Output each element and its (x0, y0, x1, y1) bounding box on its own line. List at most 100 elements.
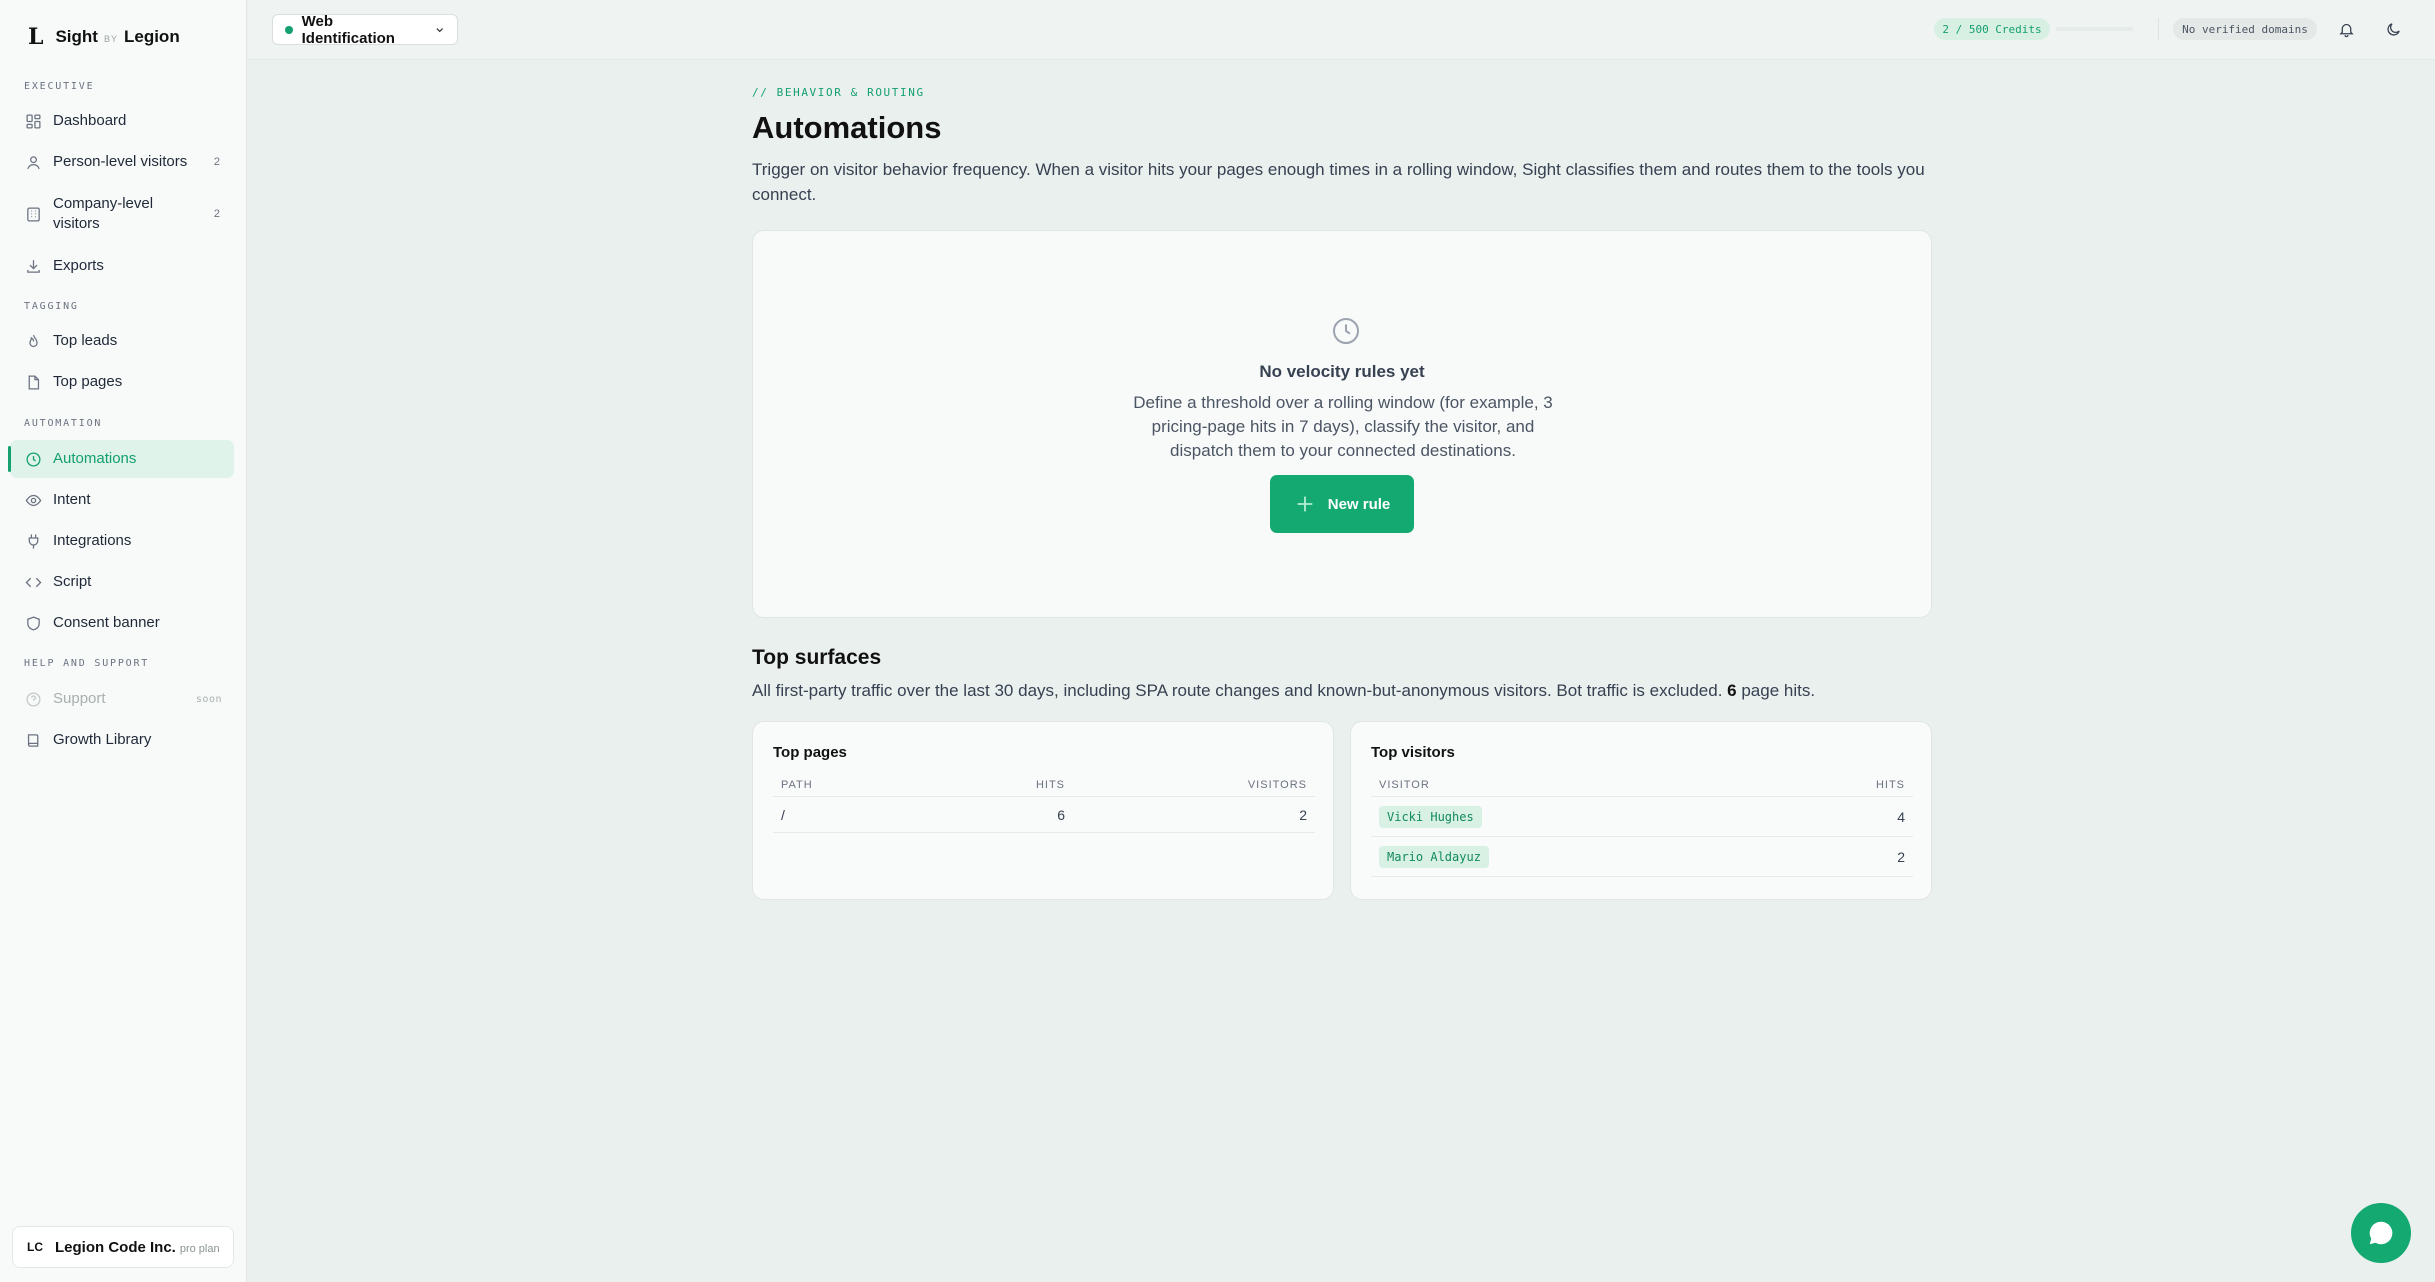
help-circle-icon (24, 690, 42, 708)
table-row[interactable]: Mario Aldayuz 2 (1371, 837, 1913, 877)
grid-icon (24, 112, 42, 130)
sidebar-item-script[interactable]: Script (10, 563, 234, 601)
visitor-chip[interactable]: Vicki Hughes (1379, 805, 1482, 828)
topbar: Web Identification 2 / 500 Credits No ve… (248, 0, 2435, 60)
sidebar-item-top-leads[interactable]: Top leads (10, 322, 234, 360)
visitor-hits: 2 (1897, 848, 1905, 865)
visitor-chip[interactable]: Mario Aldayuz (1379, 845, 1489, 868)
clock-icon (24, 450, 42, 468)
empty-state-card: No velocity rules yet Define a threshold… (752, 230, 1932, 618)
empty-state-description: Define a threshold over a rolling window… (1133, 393, 1553, 460)
chat-bubble-icon (2369, 1221, 2393, 1245)
sidebar-item-exports[interactable]: Exports (10, 247, 234, 285)
account-plan: pro plan (179, 1242, 220, 1255)
sidebar-item-label: Intent (53, 491, 91, 508)
visitor-hits: 4 (1897, 808, 1905, 825)
account-switcher[interactable]: LC Legion Code Inc. pro plan (12, 1226, 234, 1268)
sidebar-item-person-level-visitors[interactable]: Person-level visitors 2 (10, 143, 234, 181)
bell-icon[interactable] (2335, 18, 2357, 40)
sidebar-item-automations[interactable]: Automations (8, 440, 234, 478)
top-pages-table: PATH HITS VISITORS / 6 2 (773, 773, 1315, 833)
sidebar: L Sight BY Legion EXECUTIVE Dashboard Pe… (0, 0, 247, 1282)
sidebar-item-label: Growth Library (53, 731, 152, 748)
page-description: Trigger on visitor behavior frequency. W… (752, 160, 1925, 204)
page-visitors: 2 (1299, 806, 1307, 823)
page-path: / (781, 806, 785, 823)
credits-progress (2056, 27, 2133, 31)
code-icon (24, 573, 42, 591)
account-avatar: LC (27, 1240, 43, 1254)
sidebar-item-label: Top leads (53, 332, 118, 349)
sidebar-item-label: Dashboard (53, 112, 127, 129)
building-icon (24, 205, 42, 223)
sidebar-item-label: Automations (53, 450, 137, 467)
clock-icon (1333, 318, 1359, 344)
section-label-help-and-support: HELP AND SUPPORT (24, 658, 150, 669)
card-title: Top pages (773, 744, 847, 761)
workspace-select[interactable]: Web Identification (272, 12, 458, 47)
section-label-tagging: TAGGING (24, 301, 79, 312)
brand-by: BY (103, 34, 118, 44)
sidebar-item-growth-library[interactable]: Growth Library (10, 721, 234, 759)
table-row[interactable]: Vicki Hughes 4 (1371, 797, 1913, 837)
sidebar-item-top-pages[interactable]: Top pages (10, 363, 234, 401)
sidebar-item-consent-banner[interactable]: Consent banner (10, 604, 234, 642)
chevron-down-icon (436, 27, 443, 32)
chat-button[interactable] (2351, 1203, 2411, 1263)
sidebar-item-company-level-visitors[interactable]: Company-level visitors 2 (10, 189, 234, 239)
moon-icon[interactable] (2382, 18, 2404, 40)
domains-badge[interactable]: No verified domains (2173, 18, 2317, 40)
brand-logo: L (28, 24, 44, 50)
sidebar-item-count: 2 (213, 208, 220, 220)
page-title: Automations (752, 110, 942, 145)
top-visitors-table: VISITOR HITS Vicki Hughes 4 Mario Aldayu… (1371, 773, 1913, 877)
brand-name: Sight BY Legion (55, 27, 179, 47)
workspace-name: Web Identification (301, 12, 395, 47)
sidebar-item-label: Integrations (53, 532, 132, 549)
sidebar-item-support: Support soon (10, 680, 234, 718)
book-icon (24, 731, 42, 749)
credits-badge: 2 / 500 Credits (1934, 18, 2050, 40)
sidebar-item-label: Exports (53, 257, 104, 274)
page-hits: 6 (1057, 806, 1065, 823)
account-name-text: Legion Code Inc. (55, 1238, 176, 1256)
sidebar-item-integrations[interactable]: Integrations (10, 522, 234, 560)
column-header: HITS (1875, 778, 1905, 791)
total-hits: 6 (1727, 681, 1737, 700)
plug-icon (24, 532, 42, 550)
empty-state-title: No velocity rules yet (1259, 362, 1425, 381)
divider (2158, 18, 2159, 40)
brand-name-right: Legion (123, 27, 180, 46)
status-dot (285, 25, 293, 34)
account-name: Legion Code Inc. pro plan (55, 1239, 220, 1256)
column-header: HITS (1035, 778, 1065, 791)
brand[interactable]: L Sight BY Legion (28, 22, 180, 52)
user-icon (24, 153, 42, 171)
sidebar-item-intent[interactable]: Intent (10, 481, 234, 519)
sidebar-item-label: Company-level visitors (53, 195, 154, 232)
card-title: Top visitors (1371, 744, 1455, 761)
new-rule-label: New rule (1327, 495, 1391, 513)
sidebar-item-label: Person-level visitors (53, 153, 188, 170)
sidebar-item-label: Consent banner (53, 614, 160, 631)
column-header: VISITORS (1247, 778, 1307, 791)
section-description-suffix: page hits. (1736, 681, 1816, 700)
page-eyebrow: // BEHAVIOR & ROUTING (752, 86, 925, 99)
column-header: PATH (781, 778, 813, 791)
shield-icon (24, 614, 42, 632)
section-label-automation: AUTOMATION (24, 418, 103, 429)
table-header: PATH HITS VISITORS (773, 773, 1315, 797)
sidebar-item-label: Script (53, 573, 92, 590)
soon-badge: soon (195, 693, 222, 705)
sidebar-item-dashboard[interactable]: Dashboard (10, 102, 234, 140)
section-label-executive: EXECUTIVE (24, 81, 95, 92)
plus-icon (1297, 496, 1313, 512)
top-pages-card: Top pages PATH HITS VISITORS / 6 2 (752, 721, 1334, 900)
sidebar-item-label: Support (53, 690, 106, 707)
sidebar-item-label: Top pages (53, 373, 123, 390)
download-icon (24, 257, 42, 275)
table-header: VISITOR HITS (1371, 773, 1913, 797)
flame-icon (24, 332, 42, 350)
new-rule-button[interactable]: New rule (1270, 475, 1414, 533)
table-row[interactable]: / 6 2 (773, 797, 1315, 833)
